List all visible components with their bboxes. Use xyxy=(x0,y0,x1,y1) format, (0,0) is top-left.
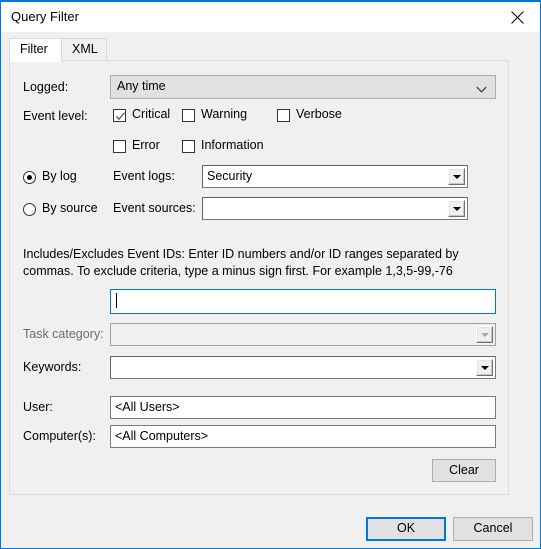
logged-value: Any time xyxy=(117,79,166,93)
event-logs-combobox[interactable]: Security xyxy=(202,165,468,188)
title-bar: Query Filter xyxy=(1,2,540,32)
chevron-down-icon xyxy=(476,83,487,97)
tab-filter-label: Filter xyxy=(20,42,48,56)
computers-label: Computer(s): xyxy=(23,429,96,443)
event-sources-label: Event sources: xyxy=(113,201,196,215)
check-icon xyxy=(116,112,125,121)
event-ids-help-text: Includes/Excludes Event IDs: Enter ID nu… xyxy=(23,247,459,278)
event-sources-combobox[interactable] xyxy=(202,197,468,220)
user-input[interactable]: <All Users> xyxy=(110,396,496,419)
checkbox-information-label: Information xyxy=(201,138,264,152)
event-level-label: Event level: xyxy=(23,109,88,123)
event-logs-label: Event logs: xyxy=(113,169,175,183)
checkbox-verbose-box xyxy=(277,109,290,122)
checkbox-critical-label: Critical xyxy=(132,107,171,121)
window-title: Query Filter xyxy=(11,9,79,24)
radio-by-source-box xyxy=(23,203,36,216)
checkbox-information-box xyxy=(182,140,195,153)
logged-label: Logged: xyxy=(23,80,69,94)
query-filter-dialog: Query Filter Filter XML Logged: Any time xyxy=(0,0,541,549)
cancel-button[interactable]: Cancel xyxy=(453,517,533,541)
clear-button[interactable]: Clear xyxy=(432,459,496,482)
keywords-dropdown-arrow-icon[interactable] xyxy=(476,359,493,376)
task-category-dropdown-arrow-icon xyxy=(476,326,493,343)
checkbox-error-label: Error xyxy=(132,138,160,152)
close-icon[interactable] xyxy=(495,2,540,31)
radio-by-log-dot xyxy=(27,175,32,180)
computers-value: <All Computers> xyxy=(115,429,209,443)
radio-by-log-label: By log xyxy=(42,169,77,183)
logged-combobox[interactable]: Any time xyxy=(110,75,496,99)
radio-by-source-label: By source xyxy=(42,201,98,215)
task-category-label: Task category: xyxy=(23,327,104,341)
tab-xml-label: XML xyxy=(72,42,98,56)
event-logs-dropdown-arrow-icon[interactable] xyxy=(448,168,465,185)
event-sources-dropdown-arrow-icon[interactable] xyxy=(448,200,465,217)
radio-by-log-box xyxy=(23,171,36,184)
task-category-combobox xyxy=(110,323,496,346)
checkbox-verbose-label: Verbose xyxy=(296,107,342,121)
user-label: User: xyxy=(23,400,53,414)
checkbox-critical-box xyxy=(113,109,126,122)
text-caret xyxy=(116,293,117,308)
checkbox-warning-label: Warning xyxy=(201,107,248,121)
event-ids-input[interactable] xyxy=(110,289,496,314)
filter-tab-panel: Logged: Any time Event level: Critical W… xyxy=(9,60,509,495)
ok-button[interactable]: OK xyxy=(366,517,446,541)
checkbox-error-box xyxy=(113,140,126,153)
user-value: <All Users> xyxy=(115,400,180,414)
keywords-combobox[interactable] xyxy=(110,356,496,379)
keywords-label: Keywords: xyxy=(23,360,82,374)
tab-filter[interactable]: Filter xyxy=(9,38,62,62)
close-glyph xyxy=(511,11,524,24)
event-logs-value: Security xyxy=(207,169,253,183)
checkbox-warning-box xyxy=(182,109,195,122)
computers-input[interactable]: <All Computers> xyxy=(110,425,496,448)
tab-xml[interactable]: XML xyxy=(61,38,107,60)
